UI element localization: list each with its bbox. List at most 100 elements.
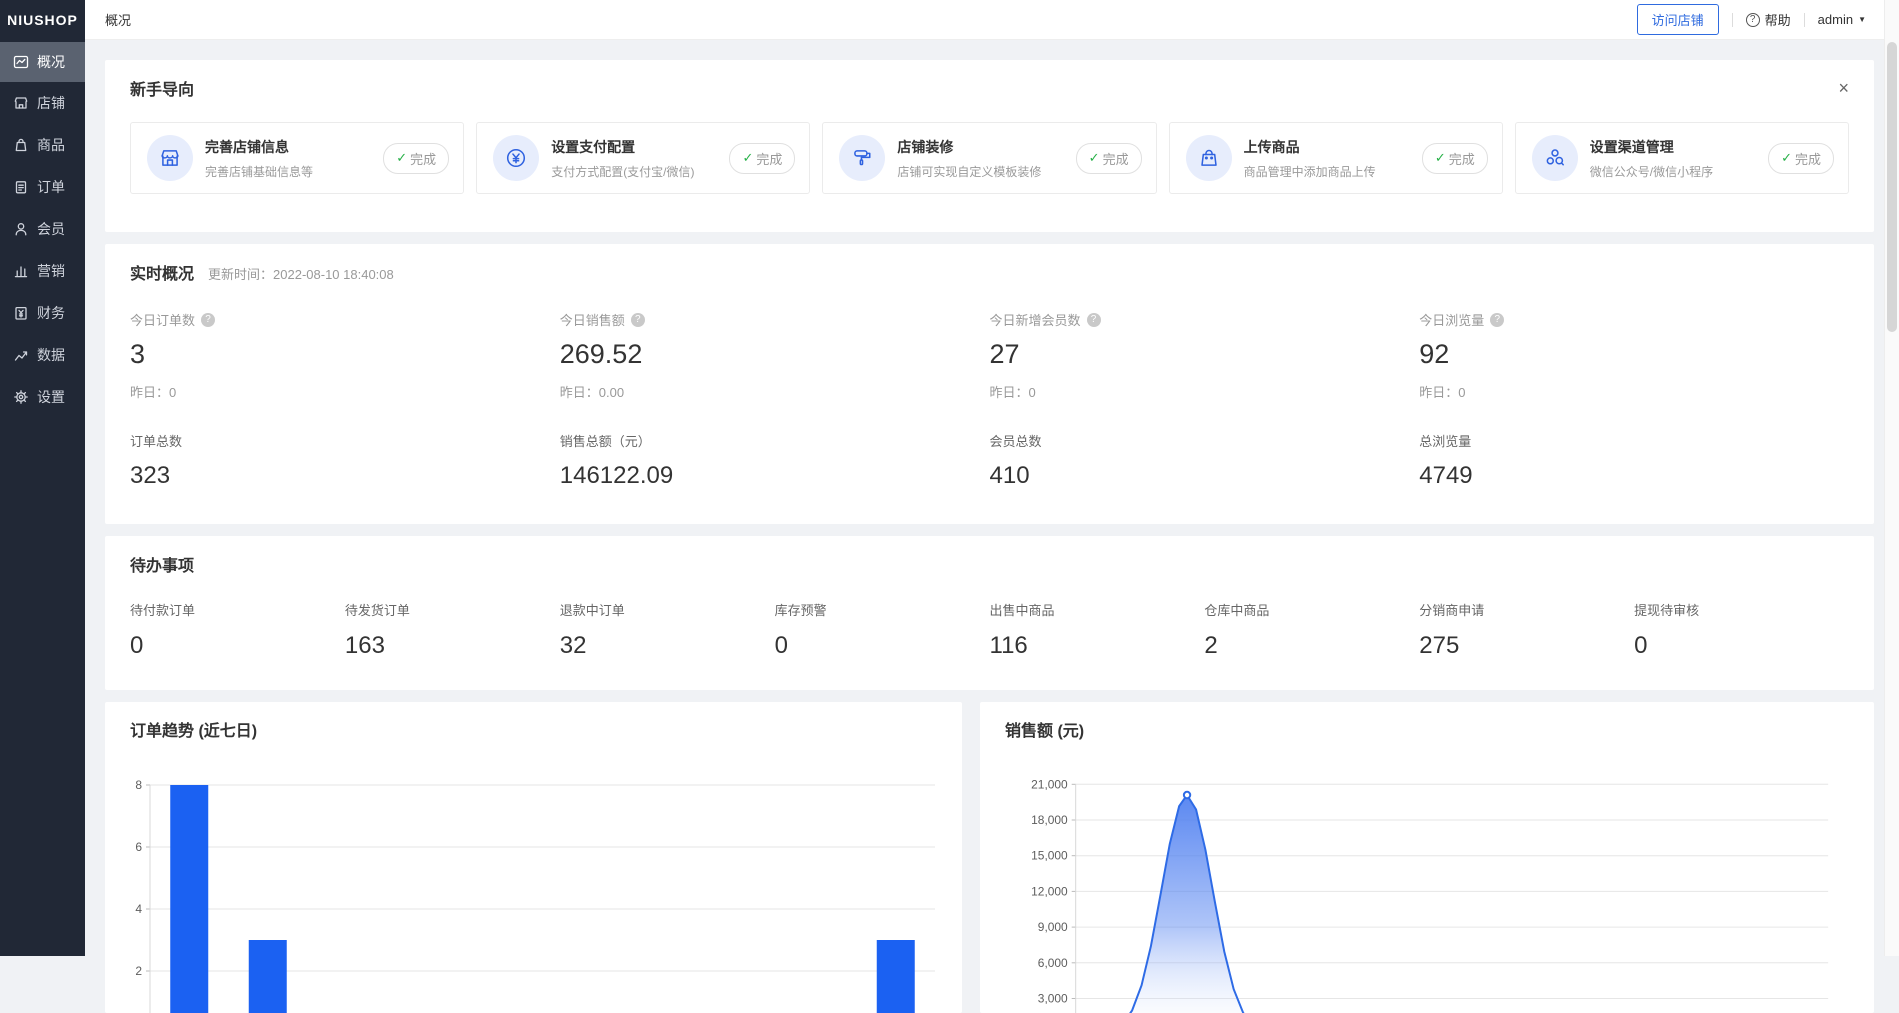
done-badge[interactable]: ✓完成 <box>1768 143 1834 174</box>
sidebar-item-goods[interactable]: 商品 <box>0 124 85 166</box>
today-stats-row: 今日订单数? 3 昨日：0 今日销售额? 269.52 昨日：0.00 今日新增… <box>130 310 1849 490</box>
svg-text:6: 6 <box>135 840 142 854</box>
visit-shop-button[interactable]: 访问店铺 <box>1637 4 1719 35</box>
check-icon: ✓ <box>742 150 753 166</box>
chevron-down-icon: ▼ <box>1858 15 1866 24</box>
todo-label: 待付款订单 <box>130 600 345 619</box>
sidebar-item-label: 会员 <box>37 219 65 239</box>
guide-card-payment[interactable]: 设置支付配置 支付方式配置(支付宝/微信) ✓完成 <box>476 122 810 194</box>
todo-value: 0 <box>130 632 345 660</box>
done-label: 完成 <box>1449 149 1475 168</box>
done-badge[interactable]: ✓完成 <box>729 143 795 174</box>
check-icon: ✓ <box>1089 150 1100 166</box>
todo-item-to-ship-orders[interactable]: 待发货订单 163 <box>345 600 560 660</box>
order-trend-card: 订单趋势 (近七日) 2468 <box>105 702 962 1013</box>
order-trend-title: 订单趋势 (近七日) <box>105 717 962 741</box>
channels-icon <box>1532 135 1578 181</box>
sidebar-item-member[interactable]: 会员 <box>0 208 85 250</box>
update-time-label: 更新时间： <box>208 267 273 282</box>
question-icon[interactable]: ? <box>631 313 645 327</box>
stat-value: 3 <box>130 339 560 370</box>
question-icon[interactable]: ? <box>1087 313 1101 327</box>
topbar-right: 访问店铺 ? 帮助 admin ▼ <box>1637 4 1866 35</box>
stat-label: 今日订单数 <box>130 310 195 329</box>
done-badge[interactable]: ✓完成 <box>383 143 449 174</box>
total-value: 323 <box>130 462 560 490</box>
todo-item-stock-warning[interactable]: 库存预警 0 <box>775 600 990 660</box>
close-icon[interactable]: × <box>1838 79 1849 97</box>
todo-value: 275 <box>1419 632 1634 660</box>
member-icon <box>13 221 29 237</box>
scrollbar[interactable] <box>1884 0 1899 956</box>
help-link[interactable]: ? 帮助 <box>1746 10 1791 29</box>
guide-card-title: 设置支付配置 <box>551 137 717 157</box>
done-label: 完成 <box>1103 149 1129 168</box>
sidebar-item-finance[interactable]: 财务 <box>0 292 85 334</box>
shop-icon <box>13 95 29 111</box>
guide-card-channels[interactable]: 设置渠道管理 微信公众号/微信小程序 ✓完成 <box>1515 122 1849 194</box>
guide-card-title: 店铺装修 <box>897 137 1063 157</box>
todo-item-on-sale-goods[interactable]: 出售中商品 116 <box>990 600 1205 660</box>
sidebar-menu: 概况 店铺 商品 订单 会员 营销 财务 数据 <box>0 42 85 418</box>
stat-value: 269.52 <box>560 339 990 370</box>
stat-value: 27 <box>990 339 1420 370</box>
guide-card-desc: 店铺可实现自定义模板装修 <box>897 163 1063 180</box>
svg-text:8: 8 <box>135 778 142 792</box>
sidebar-item-settings[interactable]: 设置 <box>0 376 85 418</box>
todo-item-warehouse-goods[interactable]: 仓库中商品 2 <box>1204 600 1419 660</box>
done-label: 完成 <box>756 149 782 168</box>
sidebar-item-overview[interactable]: 概况 <box>0 42 85 82</box>
guide-card-shop-info[interactable]: 完善店铺信息 完善店铺基础信息等 ✓完成 <box>130 122 464 194</box>
user-menu[interactable]: admin ▼ <box>1818 12 1866 27</box>
sidebar-item-shop[interactable]: 店铺 <box>0 82 85 124</box>
sidebar: NIUSHOP 概况 店铺 商品 订单 会员 营销 财务 <box>0 0 85 956</box>
realtime-overview-card: 实时概况 更新时间：2022-08-10 18:40:08 今日订单数? 3 昨… <box>105 244 1874 524</box>
question-icon[interactable]: ? <box>201 313 215 327</box>
guide-card-desc: 完善店铺基础信息等 <box>205 163 371 180</box>
pay-yuan-icon <box>493 135 539 181</box>
sidebar-item-data[interactable]: 数据 <box>0 334 85 376</box>
check-icon: ✓ <box>1781 150 1792 166</box>
total-value: 4749 <box>1419 462 1849 490</box>
charts-row: 订单趋势 (近七日) 2468 销售额 (元) 21,00018,00015,0… <box>105 702 1874 1013</box>
stat-yesterday: 昨日：0 <box>130 382 560 401</box>
marketing-icon <box>13 263 29 279</box>
done-badge[interactable]: ✓完成 <box>1076 143 1142 174</box>
todo-value: 0 <box>775 632 990 660</box>
update-time: 更新时间：2022-08-10 18:40:08 <box>208 264 394 283</box>
todo-grid: 待付款订单 0 待发货订单 163 退款中订单 32 库存预警 0 出售中商品 … <box>130 600 1849 660</box>
svg-text:9,000: 9,000 <box>1038 920 1068 934</box>
overview-icon <box>13 54 29 70</box>
sidebar-item-marketing[interactable]: 营销 <box>0 250 85 292</box>
guide-card-decorate[interactable]: 店铺装修 店铺可实现自定义模板装修 ✓完成 <box>822 122 1156 194</box>
sales-amount-card: 销售额 (元) 21,00018,00015,00012,0009,0006,0… <box>980 702 1874 1013</box>
sales-amount-title: 销售额 (元) <box>980 717 1874 741</box>
guide-card-desc: 支付方式配置(支付宝/微信) <box>551 163 717 180</box>
stat-label: 今日销售额 <box>560 310 625 329</box>
divider <box>1804 13 1805 27</box>
sidebar-item-label: 数据 <box>37 345 65 365</box>
scrollbar-thumb[interactable] <box>1887 42 1897 332</box>
todo-item-refunding-orders[interactable]: 退款中订单 32 <box>560 600 775 660</box>
todo-item-withdrawal-review[interactable]: 提现待审核 0 <box>1634 600 1849 660</box>
svg-text:21,000: 21,000 <box>1031 777 1068 791</box>
stat-today-orders: 今日订单数? 3 昨日：0 <box>130 310 560 401</box>
sales-amount-chart: 21,00018,00015,00012,0009,0006,0003,000 <box>980 745 1874 1013</box>
svg-text:15,000: 15,000 <box>1031 849 1068 863</box>
sidebar-item-label: 概况 <box>37 52 65 72</box>
guide-card-upload-goods[interactable]: 上传商品 商品管理中添加商品上传 ✓完成 <box>1169 122 1503 194</box>
todo-value: 163 <box>345 632 560 660</box>
sidebar-item-label: 财务 <box>37 303 65 323</box>
todo-item-unpaid-orders[interactable]: 待付款订单 0 <box>130 600 345 660</box>
svg-text:12,000: 12,000 <box>1031 884 1068 898</box>
settings-icon <box>13 389 29 405</box>
todo-title: 待办事项 <box>130 552 1849 576</box>
stat-today-views: 今日浏览量? 92 昨日：0 <box>1419 310 1849 401</box>
help-label: 帮助 <box>1765 10 1791 29</box>
todo-card: 待办事项 待付款订单 0 待发货订单 163 退款中订单 32 库存预警 0 出… <box>105 536 1874 690</box>
sidebar-item-order[interactable]: 订单 <box>0 166 85 208</box>
done-badge[interactable]: ✓完成 <box>1422 143 1488 174</box>
question-icon[interactable]: ? <box>1490 313 1504 327</box>
todo-item-distributor-applications[interactable]: 分销商申请 275 <box>1419 600 1634 660</box>
realtime-title: 实时概况 <box>130 260 194 284</box>
